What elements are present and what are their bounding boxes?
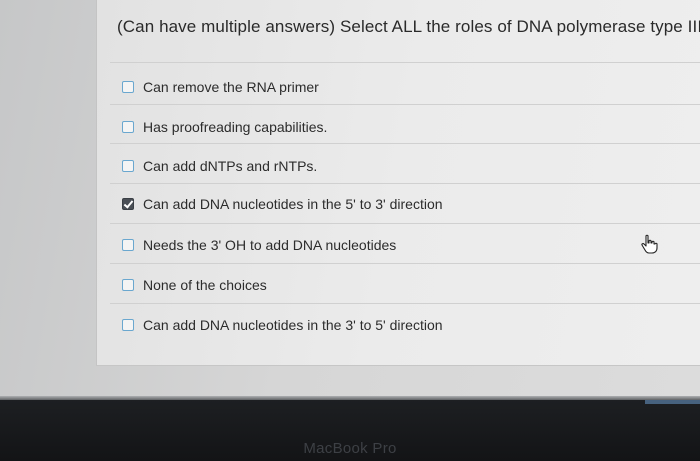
- brand-label: MacBook Pro: [303, 440, 397, 457]
- option-5-to-3-direction[interactable]: Can add DNA nucleotides in the 5' to 3' …: [122, 193, 443, 215]
- checkbox[interactable]: [122, 121, 134, 133]
- bezel-reflection: [645, 400, 700, 404]
- option-none-of-the-choices[interactable]: None of the choices: [122, 274, 267, 296]
- divider: [110, 303, 700, 304]
- question-text: (Can have multiple answers) Select ALL t…: [117, 17, 700, 36]
- option-remove-rna-primer[interactable]: Can remove the RNA primer: [122, 76, 319, 98]
- divider: [110, 223, 700, 224]
- option-dntps-rntps[interactable]: Can add dNTPs and rNTPs.: [122, 155, 317, 177]
- checkbox[interactable]: [122, 279, 134, 291]
- divider: [110, 143, 700, 144]
- option-label: Can add DNA nucleotides in the 5' to 3' …: [143, 196, 443, 212]
- option-label: None of the choices: [143, 277, 267, 293]
- checkbox[interactable]: [122, 160, 134, 172]
- hand-pointer-icon: [641, 234, 658, 254]
- option-3-to-5-direction[interactable]: Can add DNA nucleotides in the 3' to 5' …: [122, 314, 443, 336]
- option-label: Can remove the RNA primer: [143, 79, 319, 95]
- option-label: Has proofreading capabilities.: [143, 119, 328, 135]
- divider: [110, 62, 700, 63]
- option-label: Can add dNTPs and rNTPs.: [143, 158, 318, 174]
- checkbox[interactable]: [122, 81, 134, 93]
- checkbox[interactable]: [122, 319, 134, 331]
- checkbox[interactable]: [122, 239, 134, 251]
- option-needs-3-oh[interactable]: Needs the 3' OH to add DNA nucleotides: [122, 234, 396, 256]
- option-proofreading[interactable]: Has proofreading capabilities.: [122, 116, 327, 138]
- divider: [110, 263, 700, 264]
- divider: [110, 104, 700, 105]
- option-label: Needs the 3' OH to add DNA nucleotides: [143, 237, 397, 253]
- option-label: Can add DNA nucleotides in the 3' to 5' …: [143, 317, 443, 333]
- divider: [110, 183, 700, 184]
- checkbox-checked[interactable]: [122, 198, 134, 210]
